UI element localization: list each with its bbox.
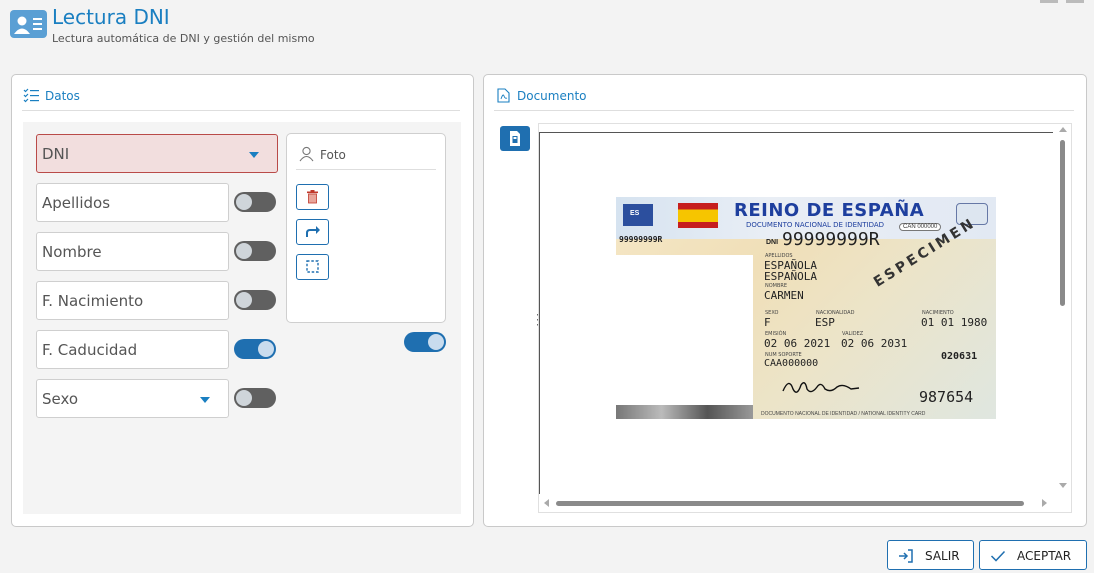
spain-flag [678, 203, 718, 228]
checklist-icon [23, 88, 40, 108]
card-apellido2: ESPAÑOLA [764, 270, 817, 283]
aceptar-button[interactable]: ACEPTAR [979, 540, 1087, 570]
card-emision: 02 06 2021 [764, 337, 831, 350]
caducidad-field[interactable]: F. Caducidad [36, 330, 229, 369]
sexo-label: Sexo [42, 390, 79, 408]
nacimiento-label: F. Nacimiento [42, 292, 144, 310]
nombre-field[interactable]: Nombre [36, 232, 229, 271]
page-border [539, 132, 540, 494]
toggle-knob [258, 341, 274, 357]
divider [494, 110, 1074, 111]
eu-flag: ES [623, 204, 653, 226]
documento-title: Documento [517, 89, 587, 103]
page-subtitle: Lectura automática de DNI y gestión del … [52, 32, 315, 45]
sexo-select[interactable]: Sexo [36, 379, 229, 418]
toggle-knob [236, 194, 252, 210]
caducidad-toggle[interactable] [234, 339, 276, 359]
horizontal-scrollbar[interactable] [556, 501, 1024, 506]
eu-code: ES [630, 210, 640, 217]
page-title: Lectura DNI [52, 5, 170, 29]
salir-button[interactable]: SALIR [887, 540, 974, 570]
scroll-up-icon[interactable] [1059, 127, 1067, 132]
toggle-knob [428, 334, 444, 350]
nacimiento-field[interactable]: F. Nacimiento [36, 281, 229, 320]
page-border [539, 132, 1053, 133]
foto-label: Foto [320, 148, 346, 162]
dni-select-label: DNI [42, 145, 70, 163]
toggle-knob [236, 390, 252, 406]
scroll-down-icon[interactable] [1059, 483, 1067, 488]
caret-down-icon [249, 152, 259, 158]
rotate-photo-button[interactable] [296, 219, 329, 245]
card-validez: 02 06 2031 [841, 337, 908, 350]
document-view-button[interactable] [500, 126, 530, 151]
id-card-icon [10, 10, 47, 38]
apellidos-toggle[interactable] [234, 192, 276, 212]
signature [782, 382, 860, 393]
check-icon [990, 550, 1006, 562]
datos-title: Datos [45, 89, 80, 103]
crop-select-icon [306, 260, 319, 273]
id-card-image: ES REINO DE ESPAÑA DOCUMENTO NACIONAL DE… [616, 197, 996, 419]
dni-type-select[interactable]: DNI [36, 134, 278, 173]
card-dni-label: DNI [766, 239, 779, 246]
foto-toggle[interactable] [404, 332, 446, 352]
card-soporte: CAA000000 [764, 358, 819, 369]
nombre-label: Nombre [42, 243, 102, 261]
divider [296, 169, 436, 170]
card-can: CAN 000000 [899, 223, 942, 231]
pdf-icon [497, 88, 510, 108]
trash-icon [307, 190, 318, 204]
crop-photo-button[interactable] [296, 254, 329, 280]
nombre-toggle[interactable] [234, 241, 276, 261]
photo-fragment [616, 405, 753, 419]
card-nacimiento: 01 01 1980 [921, 316, 988, 329]
window-control[interactable] [1040, 0, 1058, 3]
apellidos-label: Apellidos [42, 194, 111, 212]
scroll-left-icon[interactable] [544, 499, 549, 507]
toggle-knob [236, 292, 252, 308]
card-code: 020631 [941, 351, 978, 362]
card-number-small: 99999999R [619, 235, 663, 244]
card-dni-number: 99999999R [782, 229, 880, 250]
card-nombre: CARMEN [764, 289, 804, 302]
vertical-scrollbar[interactable] [1060, 140, 1065, 306]
nacimiento-toggle[interactable] [234, 290, 276, 310]
scroll-right-icon[interactable] [1042, 499, 1047, 507]
window-control[interactable] [1066, 0, 1084, 3]
card-nacionalidad: ESP [815, 316, 835, 329]
document-icon [510, 131, 520, 146]
redo-arrow-icon [306, 226, 320, 237]
delete-photo-button[interactable] [296, 184, 329, 210]
card-footer: DOCUMENTO NACIONAL DE IDENTIDAD / NATION… [761, 411, 926, 417]
card-country: REINO DE ESPAÑA [734, 200, 925, 221]
caducidad-label: F. Caducidad [42, 341, 138, 359]
divider [22, 110, 460, 111]
card-subtitle: DOCUMENTO NACIONAL DE IDENTIDAD [746, 221, 885, 229]
photo-placeholder [616, 255, 753, 405]
aceptar-label: ACEPTAR [1017, 549, 1072, 563]
card-sexo: F [764, 316, 771, 329]
card-serial: 987654 [919, 388, 974, 406]
toggle-knob [236, 243, 252, 259]
caret-down-icon [200, 397, 210, 403]
sexo-toggle[interactable] [234, 388, 276, 408]
user-icon [299, 146, 314, 167]
salir-label: SALIR [925, 549, 960, 563]
exit-icon [899, 549, 913, 563]
apellidos-field[interactable]: Apellidos [36, 183, 229, 222]
